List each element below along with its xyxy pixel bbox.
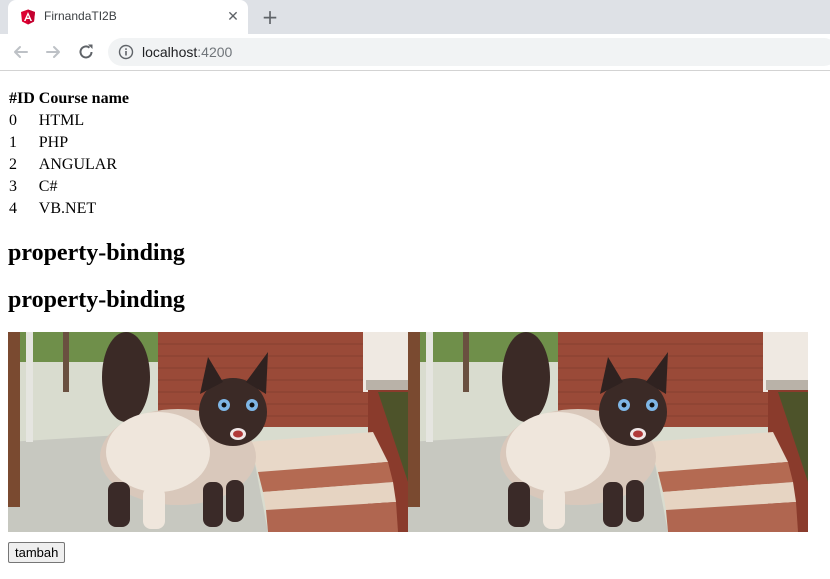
header-id: #ID [9,90,35,107]
course-id: 0 [9,112,17,129]
table-header-row: #ID Course name [8,89,130,109]
back-arrow-icon[interactable] [10,41,32,63]
forward-arrow-icon[interactable] [42,41,64,63]
section-heading: property-binding [8,240,185,266]
course-id: 3 [9,178,17,195]
page-content: #ID Course name 0 HTML 1 PHP 2 ANGULAR 3… [8,71,830,563]
table-row: 0 HTML [8,111,130,131]
browser-tab[interactable]: FirnandaTI2B ✕ [8,0,248,34]
url-text[interactable]: localhost:4200 [142,44,232,60]
cat-image [408,332,808,532]
tambah-button[interactable]: tambah [8,542,66,563]
image-row [8,332,830,532]
table-row: 4 VB.NET [8,199,130,219]
course-table: #ID Course name 0 HTML 1 PHP 2 ANGULAR 3… [6,87,132,221]
course-id: 1 [9,134,17,151]
info-icon[interactable] [118,44,134,60]
tab-strip: FirnandaTI2B ✕ + [0,0,830,34]
header-course-name: Course name [38,90,129,107]
table-row: 1 PHP [8,133,130,153]
url-host: localhost [142,44,198,60]
address-bar[interactable]: localhost:4200 [108,38,830,66]
cat-image [8,332,408,532]
new-tab-icon[interactable]: + [260,7,280,27]
table-row: 3 C# [8,177,130,197]
tab-title: FirnandaTI2B [44,9,117,23]
course-name: C# [38,178,58,195]
section-heading: property-binding [8,287,185,313]
course-name: HTML [38,112,85,129]
course-id: 4 [9,200,17,217]
close-tab-icon[interactable]: ✕ [225,9,241,25]
angular-logo-icon [21,9,35,25]
course-name: VB.NET [38,200,97,217]
reload-icon[interactable] [75,41,97,63]
browser-toolbar: localhost:4200 [0,34,830,71]
course-name: PHP [38,134,69,151]
url-port: :4200 [197,44,233,60]
table-row: 2 ANGULAR [8,155,130,175]
course-name: ANGULAR [38,156,117,173]
course-id: 2 [9,156,17,173]
